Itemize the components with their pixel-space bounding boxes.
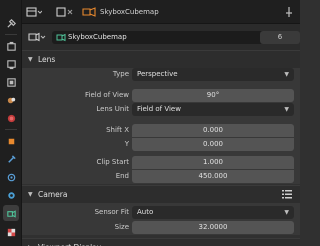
lens-panel-header[interactable]: ▼ Lens [22,50,300,68]
object-name-label: SkyboxCubemap [100,8,159,16]
chevron-down-icon: ▼ [284,71,289,78]
view-layer-icon[interactable] [3,74,19,90]
presets-list-icon[interactable] [282,190,292,199]
fov-row: Field of View 90° [22,89,300,102]
size-field[interactable]: 32.0000 [132,221,294,234]
properties-tab-strip [0,0,22,246]
object-icon[interactable] [3,133,19,149]
output-icon[interactable] [3,56,19,72]
camera-object-icon [82,6,96,20]
lens-panel-title: Lens [38,55,56,64]
chevron-down-icon: ▼ [28,191,33,198]
physics-icon[interactable] [3,187,19,203]
shift-x-field[interactable]: 0.000 [132,124,294,137]
lens-unit-value: Field of View [137,105,181,113]
tool-icon[interactable] [3,15,19,31]
chevron-down-icon: ▼ [284,209,289,216]
shift-y-field[interactable]: 0.000 [132,138,294,151]
chevron-down-icon: ▼ [284,106,289,113]
lens-type-dropdown[interactable]: Perspective ▼ [132,68,294,81]
datablock-browse-icon[interactable] [28,32,46,44]
clip-start-field[interactable]: 1.000 [132,156,294,169]
editor-type-icon[interactable] [26,6,43,20]
fov-field[interactable]: 90° [132,89,294,102]
size-label: Size [114,223,129,231]
sensor-fit-row: Sensor Fit Auto ▼ [22,206,300,219]
sensor-fit-value: Auto [137,208,154,216]
users-count-button[interactable]: 6 [260,31,300,44]
properties-header: SkyboxCubemap [22,0,300,24]
camera-data-icon [56,33,66,44]
viewport-display-panel-header[interactable]: ▶Viewport Display [22,238,300,246]
datablock-name: SkyboxCubemap [68,33,127,41]
camera-data-icon[interactable] [3,205,19,221]
pin-toggle-icon[interactable] [56,6,76,20]
world-icon[interactable] [3,110,19,126]
lens-unit-dropdown[interactable]: Field of View ▼ [132,103,294,116]
clip-end-row: End 450.000 [22,170,300,183]
modifier-icon[interactable] [3,151,19,167]
shift-y-label: Y [124,140,129,148]
camera-panel-title: Camera [38,190,68,199]
clip-start-row: Clip Start 1.000 [22,156,300,169]
fov-label: Field of View [85,91,129,99]
scene-icon[interactable] [3,92,19,108]
shift-y-row: Y 0.000 [22,138,300,151]
lens-type-value: Perspective [137,70,178,78]
lens-unit-row: Lens Unit Field of View ▼ [22,103,300,116]
chevron-down-icon: ▼ [28,56,33,63]
clip-end-label: End [115,172,129,180]
clip-end-field[interactable]: 450.000 [132,170,294,183]
texture-icon[interactable] [3,224,19,240]
particles-icon[interactable] [3,169,19,185]
size-row: Size 32.0000 [22,221,300,234]
shift-x-row: Shift X 0.000 [22,124,300,137]
clip-start-label: Clip Start [96,158,129,166]
render-icon[interactable] [3,38,19,54]
camera-datablock-row: SkyboxCubemap 6 [22,24,300,50]
shift-x-label: Shift X [106,126,129,134]
pin-icon[interactable] [284,6,294,20]
lens-type-row: Type Perspective ▼ [22,68,300,81]
lens-unit-label: Lens Unit [96,105,129,113]
sensor-fit-dropdown[interactable]: Auto ▼ [132,206,294,219]
lens-type-label: Type [112,70,129,78]
sensor-fit-label: Sensor Fit [94,208,129,216]
camera-panel-header[interactable]: ▼ Camera [22,185,300,203]
datablock-name-field[interactable]: SkyboxCubemap [52,31,274,44]
